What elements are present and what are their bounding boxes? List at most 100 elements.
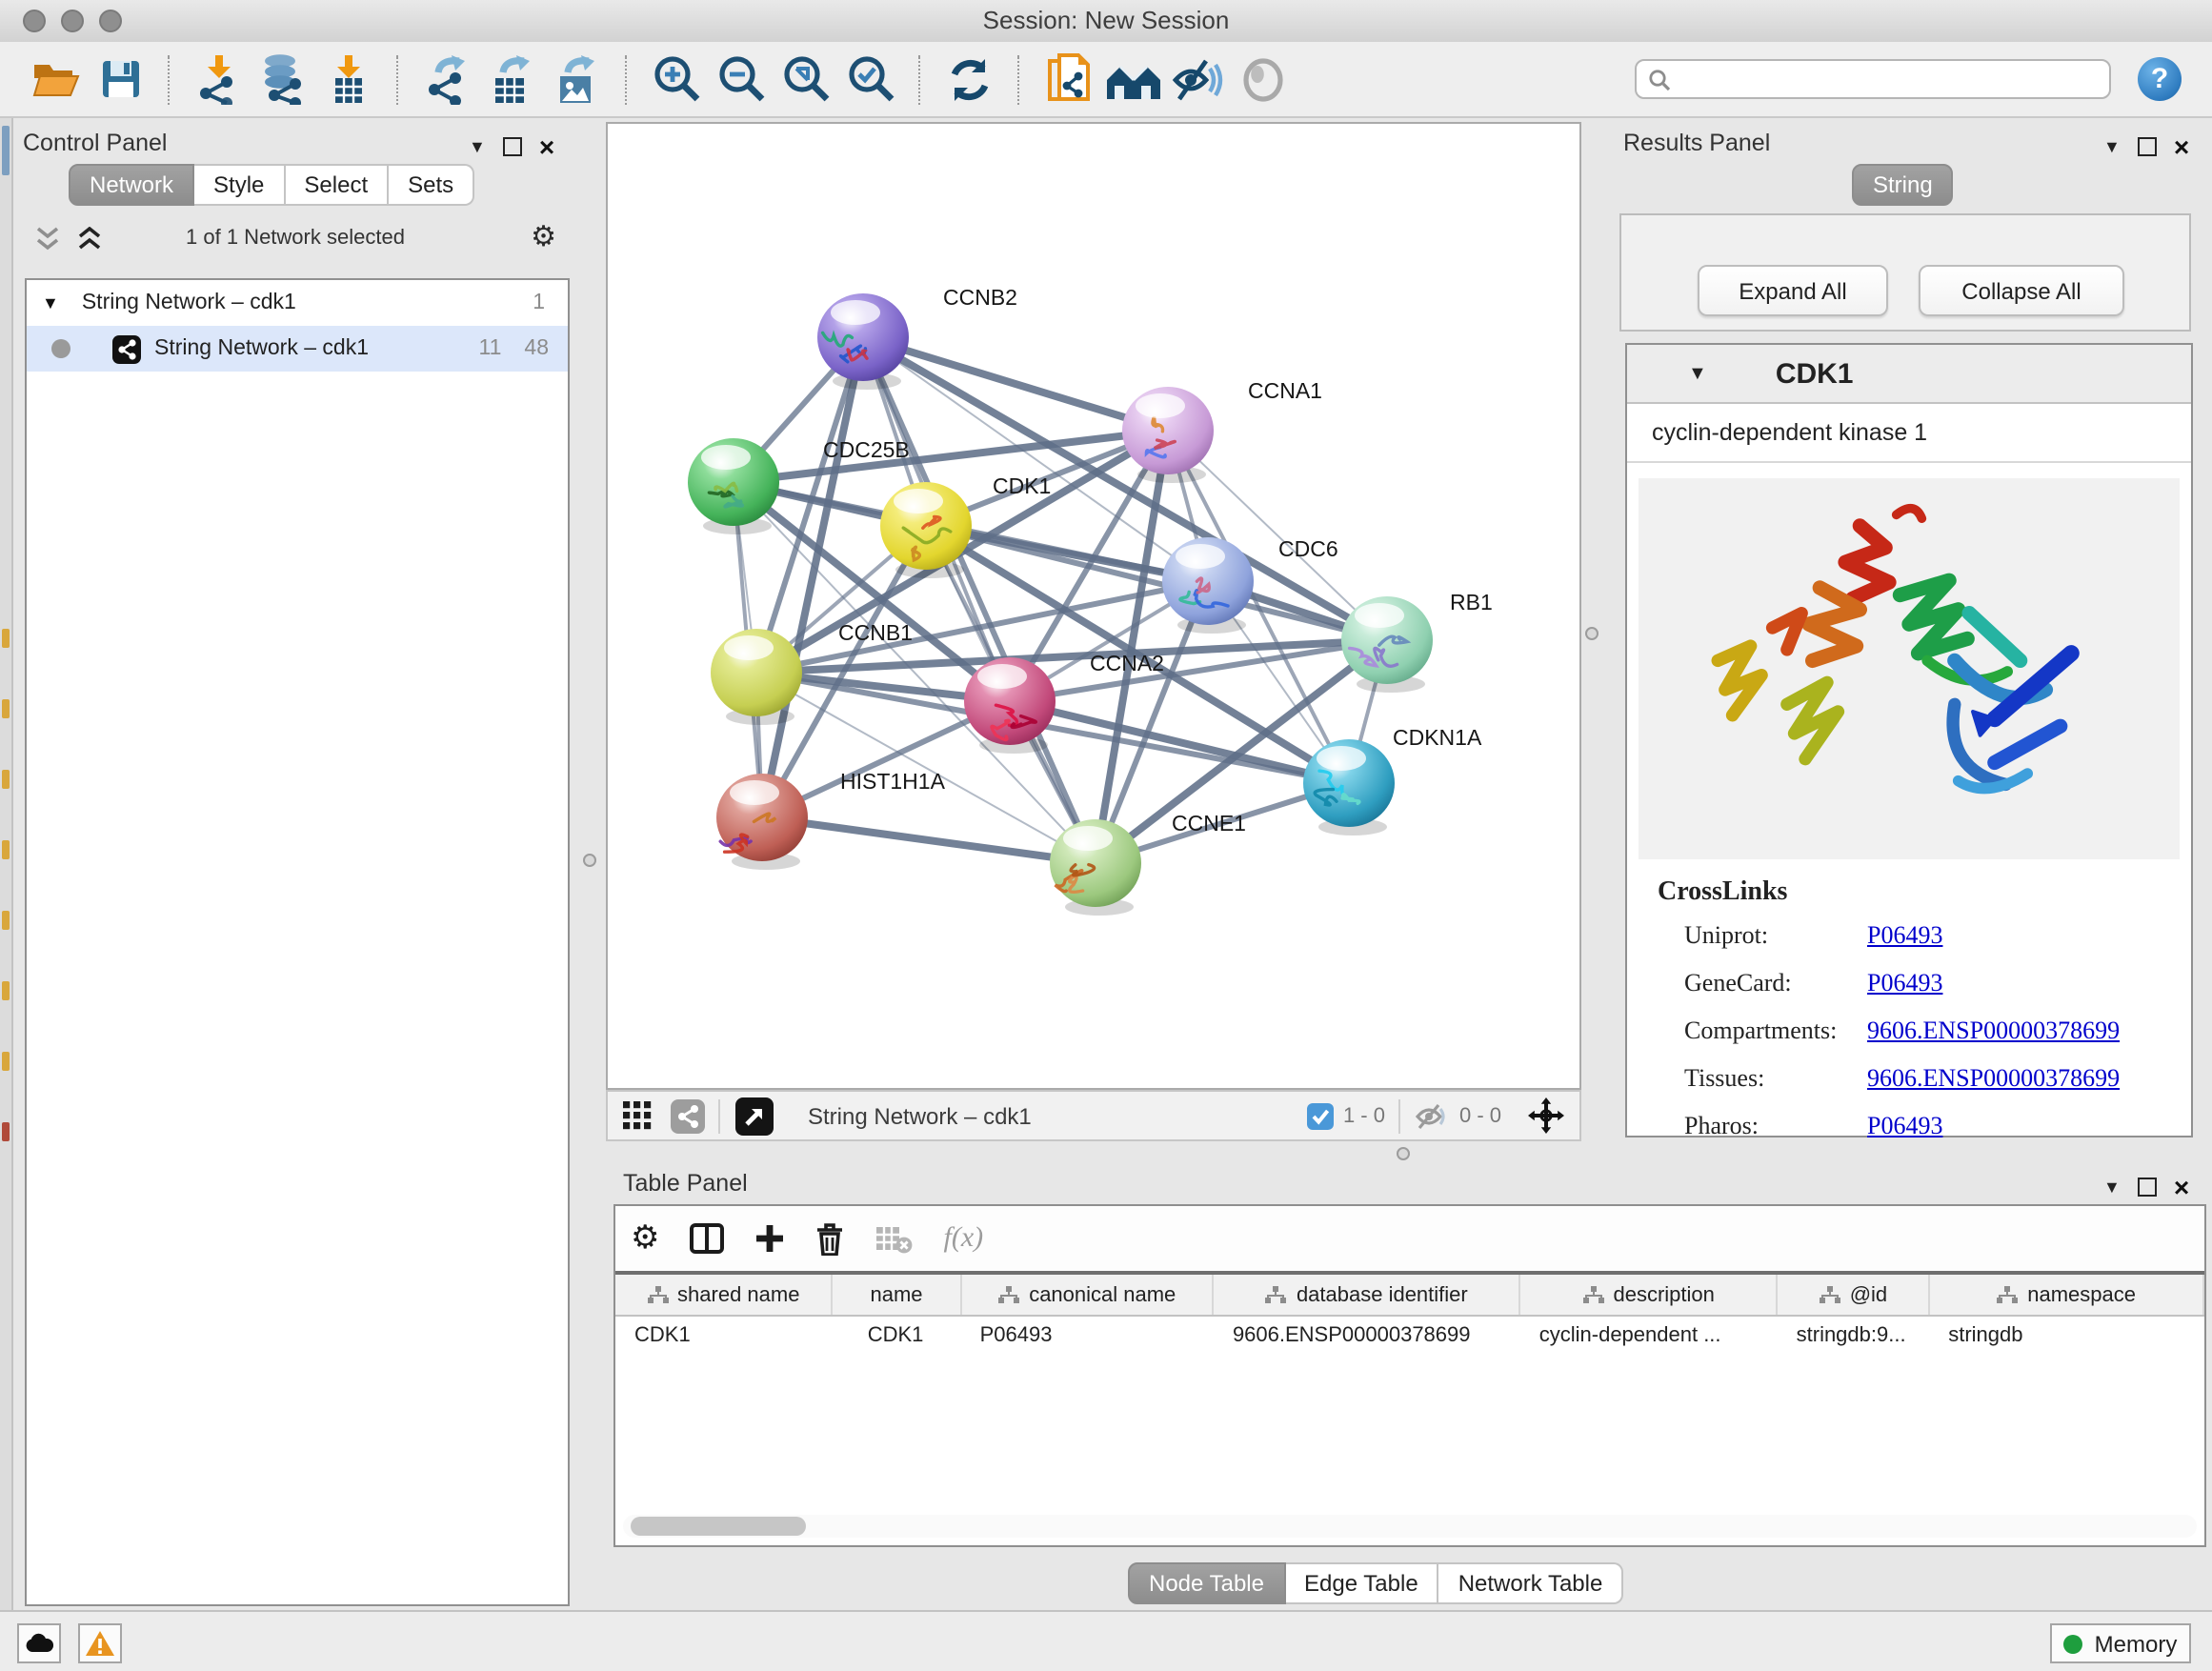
delete-column-icon[interactable]	[816, 1222, 845, 1255]
search-input[interactable]	[1679, 66, 2109, 92]
left-splitter-handle[interactable]	[583, 854, 596, 867]
network-thumbnail-icon[interactable]	[671, 1098, 705, 1133]
export-table-icon[interactable]	[480, 50, 545, 108]
refresh-icon[interactable]	[937, 50, 1002, 108]
panel-close-icon[interactable]: ×	[539, 137, 554, 156]
search-box[interactable]	[1635, 59, 2111, 99]
import-table-icon[interactable]	[316, 50, 381, 108]
tab-string[interactable]: String	[1852, 164, 1954, 206]
export-image-icon[interactable]	[545, 50, 610, 108]
export-network-icon[interactable]	[415, 50, 480, 108]
column-header-@id[interactable]: @id	[1778, 1273, 1930, 1316]
pan-crosshair-icon[interactable]	[1528, 1097, 1564, 1134]
network-edge[interactable]	[1010, 701, 1349, 783]
tab-sets[interactable]: Sets	[389, 164, 474, 206]
zoom-fit-icon[interactable]	[774, 50, 838, 108]
bottom-splitter-handle[interactable]	[1397, 1147, 1410, 1160]
hide-glass-eye-icon[interactable]	[1166, 50, 1231, 108]
network-node-CCNA1[interactable]: CCNA1	[1122, 378, 1322, 483]
crosslink-link[interactable]: P06493	[1867, 968, 1942, 998]
tab-edge-table[interactable]: Edge Table	[1285, 1562, 1439, 1604]
crosslink-link[interactable]: 9606.ENSP00000378699	[1867, 1063, 2120, 1094]
expand-all-button[interactable]: Expand All	[1698, 265, 1888, 316]
horizontal-scrollbar[interactable]	[623, 1515, 2197, 1538]
tab-style[interactable]: Style	[194, 164, 285, 206]
collapse-all-button[interactable]: Collapse All	[1919, 265, 2124, 316]
warnings-button[interactable]	[78, 1623, 122, 1663]
cloud-button[interactable]	[17, 1623, 61, 1663]
panel-menu-icon[interactable]: ▼	[2103, 137, 2121, 156]
save-session-icon[interactable]	[88, 50, 152, 108]
grid-view-icon[interactable]	[623, 1101, 652, 1130]
panel-menu-icon[interactable]: ▼	[469, 137, 486, 156]
network-canvas[interactable]: CCNB2CCNA1CDC25BCDK1CDC6RB1CCNB1CCNA2CDK…	[606, 122, 1581, 1090]
hidden-counts: 0 - 0	[1459, 1104, 1501, 1127]
crosslink-link[interactable]: P06493	[1867, 920, 1942, 951]
panel-close-icon[interactable]: ×	[2174, 1178, 2189, 1197]
column-header-description[interactable]: description	[1520, 1273, 1778, 1316]
network-collection-row[interactable]: ▼ String Network – cdk1 1	[27, 280, 568, 326]
column-header-namespace[interactable]: namespace	[1929, 1273, 2203, 1316]
tab-select[interactable]: Select	[285, 164, 389, 206]
edge-count: 48	[524, 337, 549, 360]
network-edge[interactable]	[762, 817, 1096, 863]
zoom-out-icon[interactable]	[709, 50, 774, 108]
import-network-from-database-icon[interactable]	[251, 50, 316, 108]
table-settings-gear-icon[interactable]: ⚙	[631, 1219, 660, 1258]
column-header-canonical-name[interactable]: canonical name	[961, 1273, 1214, 1316]
network-label: String Network – cdk1	[154, 337, 369, 360]
panel-float-icon[interactable]	[2138, 137, 2157, 156]
gene-section-header[interactable]: ▼ CDK1	[1627, 345, 2191, 404]
node-count: 11	[479, 337, 502, 360]
selected-checkbox-icon[interactable]	[1307, 1102, 1334, 1129]
column-header-database-identifier[interactable]: database identifier	[1214, 1273, 1520, 1316]
memory-status-icon	[2064, 1634, 2083, 1653]
network-node-CDKN1A[interactable]: CDKN1A	[1303, 725, 1482, 836]
string-home-icon[interactable]	[1101, 50, 1166, 108]
title-bar: Session: New Session	[0, 0, 2212, 44]
tab-node-table[interactable]: Node Table	[1128, 1562, 1285, 1604]
panel-menu-icon[interactable]: ▼	[2103, 1178, 2121, 1197]
column-header-name[interactable]: name	[833, 1273, 961, 1316]
zoom-in-icon[interactable]	[644, 50, 709, 108]
memory-button[interactable]: Memory	[2050, 1623, 2191, 1663]
tree-expand-icon[interactable]: ▼	[42, 293, 59, 312]
panel-float-icon[interactable]	[2138, 1178, 2157, 1197]
tab-network[interactable]: Network	[69, 164, 194, 206]
node-label-CCNE1: CCNE1	[1172, 811, 1246, 836]
crosslink-link[interactable]: P06493	[1867, 1111, 1942, 1141]
open-session-icon[interactable]	[23, 50, 88, 108]
crosslink-label: Tissues:	[1684, 1063, 1867, 1094]
toolbar-separator	[625, 54, 629, 104]
crosslink-link[interactable]: 9606.ENSP00000378699	[1867, 1016, 2120, 1046]
network-row[interactable]: String Network – cdk1 11 48	[27, 326, 568, 372]
table-row[interactable]: CDK1CDK1P064939606.ENSP00000378699cyclin…	[615, 1316, 2203, 1355]
add-column-icon[interactable]	[755, 1223, 786, 1254]
crosslink-row: Tissues:9606.ENSP00000378699	[1684, 1063, 2191, 1094]
network-options-gear-icon[interactable]: ⚙	[531, 219, 556, 253]
right-splitter-handle[interactable]	[1585, 627, 1599, 640]
zoom-selected-icon[interactable]	[838, 50, 903, 108]
panel-close-icon[interactable]: ×	[2174, 137, 2189, 156]
network-node-CDC25B[interactable]: CDC25B	[688, 437, 910, 534]
results-panel-header-icons: ▼ ×	[2103, 131, 2189, 162]
import-network-icon[interactable]	[187, 50, 251, 108]
section-collapse-icon[interactable]: ▼	[1688, 363, 1707, 384]
column-header-shared-name[interactable]: shared name	[615, 1273, 833, 1316]
tab-network-table[interactable]: Network Table	[1439, 1562, 1624, 1604]
node-label-CCNB2: CCNB2	[943, 285, 1017, 310]
table-panel-title: Table Panel	[623, 1170, 748, 1197]
network-selection-summary: 1 of 1 Network selected	[25, 227, 566, 250]
network-edge[interactable]	[863, 337, 1168, 431]
open-view-icon[interactable]	[735, 1097, 774, 1135]
toolbar-separator	[1017, 54, 1021, 104]
network-node-RB1[interactable]: RB1	[1341, 590, 1493, 693]
help-icon[interactable]: ?	[2138, 57, 2182, 101]
node-label-HIST1H1A: HIST1H1A	[840, 769, 946, 794]
scrollbar-thumb[interactable]	[631, 1517, 806, 1536]
hidden-eye-icon[interactable]	[1416, 1102, 1450, 1129]
table-columns-icon[interactable]	[691, 1223, 725, 1254]
panel-float-icon[interactable]	[503, 137, 522, 156]
crosslinks-list: Uniprot:P06493GeneCard:P06493Compartment…	[1684, 920, 2191, 1141]
share-document-icon[interactable]	[1036, 50, 1101, 108]
